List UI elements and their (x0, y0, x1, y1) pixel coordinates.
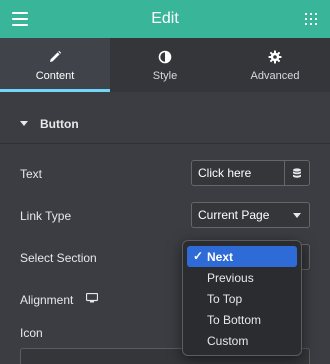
alignment-label: Alignment (20, 293, 74, 307)
select-section-label: Select Section (20, 251, 97, 265)
text-label: Text (20, 167, 43, 181)
link-type-select[interactable]: Current Page (191, 202, 310, 228)
dynamic-tags-button[interactable] (284, 161, 309, 185)
text-field-value[interactable]: Click here (192, 161, 284, 185)
text-field[interactable]: Click here (191, 160, 310, 186)
link-type-value: Current Page (198, 208, 270, 222)
dropdown-option-previous[interactable]: Previous (187, 267, 297, 288)
pencil-icon (48, 49, 62, 65)
panel-title: Edit (151, 10, 179, 27)
section-dropdown-menu: ✓ Next Previous To Top To Bottom Custom (182, 240, 302, 356)
top-bar: Edit (0, 0, 330, 38)
icon-label: Icon (20, 326, 43, 340)
tab-advanced[interactable]: Advanced (220, 38, 330, 92)
contrast-icon (158, 49, 172, 65)
tab-content-label: Content (35, 69, 75, 82)
gear-icon (268, 49, 282, 65)
grid-icon[interactable] (305, 13, 317, 25)
section-button-header[interactable]: Button (0, 104, 330, 144)
checkmark-icon: ✓ (193, 249, 204, 263)
chevron-down-icon (293, 212, 301, 218)
tab-style[interactable]: Style (110, 38, 220, 92)
dropdown-option-to-bottom[interactable]: To Bottom (187, 309, 297, 330)
tab-advanced-label: Advanced (250, 69, 300, 82)
panel-tabs: Content Style Advanced (0, 38, 330, 92)
section-title: Button (40, 116, 79, 131)
desktop-icon[interactable] (86, 293, 98, 303)
dropdown-option-next[interactable]: ✓ Next (187, 246, 297, 267)
dropdown-option-custom[interactable]: Custom (187, 330, 297, 351)
dropdown-option-to-top[interactable]: To Top (187, 288, 297, 309)
hamburger-icon[interactable] (12, 12, 28, 26)
link-type-label: Link Type (20, 209, 72, 223)
database-icon (293, 167, 301, 178)
tab-style-label: Style (152, 69, 178, 82)
tab-content[interactable]: Content (0, 38, 110, 92)
caret-down-icon (20, 121, 28, 126)
